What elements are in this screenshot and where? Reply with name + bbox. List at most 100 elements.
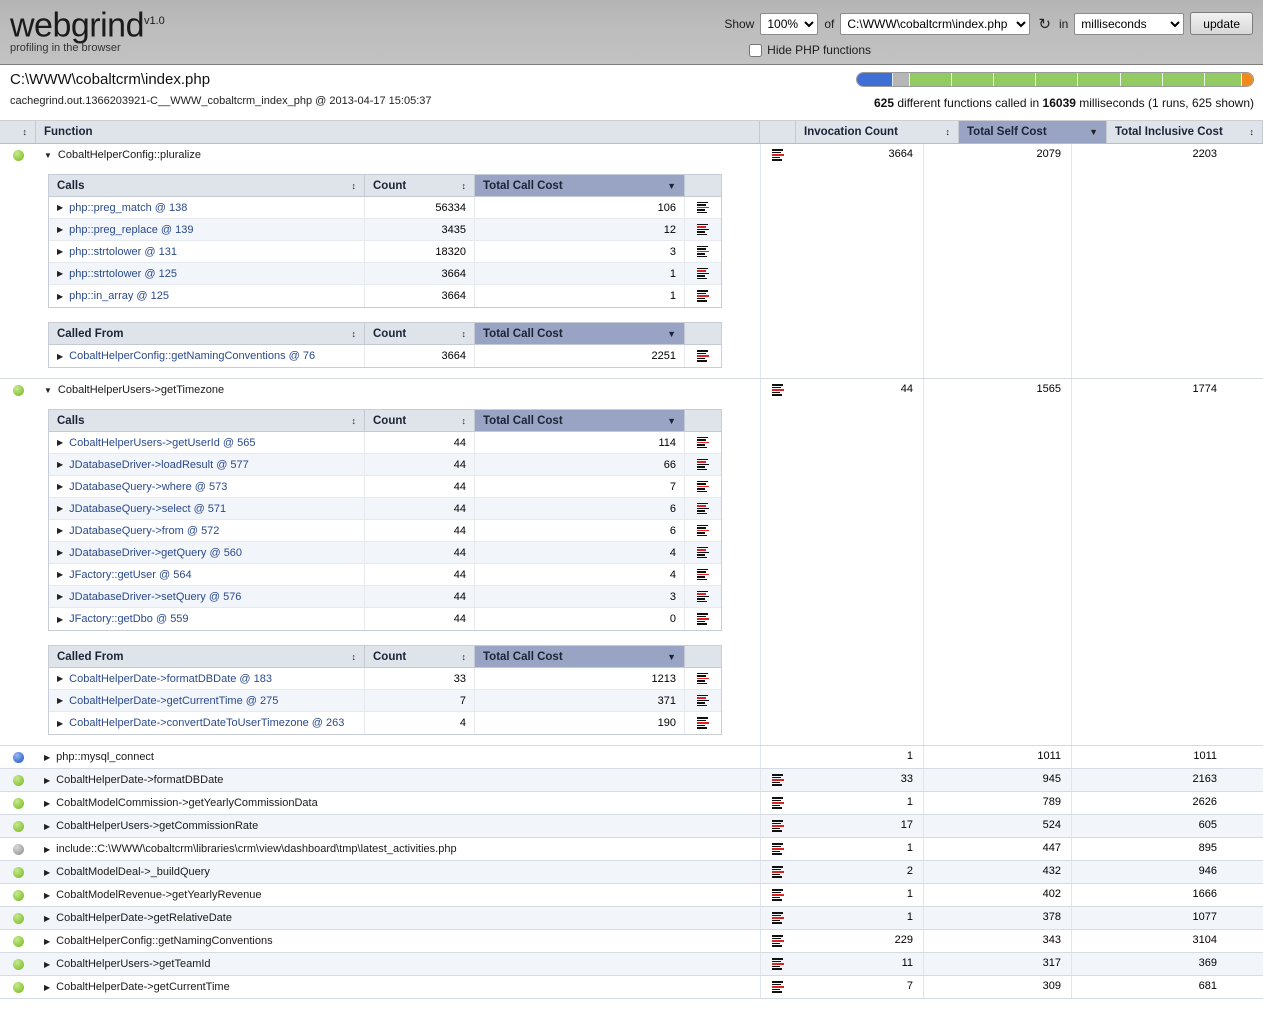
subtable-row[interactable]: ▶ CobaltHelperDate->convertDateToUserTime… [49, 712, 721, 734]
function-row-title[interactable]: ▶ CobaltHelperUsers->getCommissionRate [0, 815, 784, 837]
expand-triangle-icon[interactable]: ▶ [57, 460, 63, 469]
source-code-icon[interactable] [772, 149, 784, 161]
source-code-icon[interactable] [772, 889, 784, 901]
function-link[interactable]: CobaltHelperDate->formatDBDate @ 183 [69, 673, 272, 685]
function-name-cell[interactable]: ▶ CobaltModelRevenue->getYearlyRevenue [36, 889, 760, 901]
expand-triangle-icon[interactable]: ▶ [57, 504, 63, 513]
source-code-icon[interactable] [772, 935, 784, 947]
subtable-row[interactable]: ▶ php::preg_replace @ 139 3435 12 [49, 219, 721, 241]
expand-triangle-icon[interactable]: ▶ [44, 776, 50, 785]
expand-triangle-icon[interactable]: ▶ [57, 719, 63, 728]
function-link[interactable]: CobaltHelperDate->getCurrentTime @ 275 [69, 695, 278, 707]
source-code-icon[interactable] [697, 502, 709, 515]
subtable-row[interactable]: ▶ CobaltHelperUsers->getUserId @ 565 44 114 [49, 432, 721, 454]
function-link[interactable]: php::strtolower @ 131 [69, 246, 177, 258]
expand-triangle-icon[interactable]: ▶ [57, 548, 63, 557]
source-code-icon[interactable] [772, 981, 784, 993]
subheader-name[interactable]: Called From ↕ [49, 323, 365, 344]
function-name-cell[interactable]: ▼ CobaltHelperUsers->getTimezone [36, 384, 760, 396]
function-row-title[interactable]: ▶ CobaltModelCommission->getYearlyCommiss… [0, 792, 784, 814]
subheader-count[interactable]: Count ↕ [365, 410, 475, 431]
subtable-row[interactable]: ▶ CobaltHelperDate->getCurrentTime @ 275 7… [49, 690, 721, 712]
subheader-total-call-cost[interactable]: Total Call Cost ▼ [475, 323, 685, 344]
function-name-cell[interactable]: ▶ CobaltHelperUsers->getTeamId [36, 958, 760, 970]
function-row[interactable]: ▶ CobaltModelCommission->getYearlyCommiss… [0, 792, 1263, 815]
function-name-cell[interactable]: ▼ CobaltHelperConfig::pluralize [36, 149, 760, 161]
function-row[interactable]: ▶ CobaltModelRevenue->getYearlyRevenue 1 40… [0, 884, 1263, 907]
source-code-icon[interactable] [697, 694, 709, 707]
function-row-title[interactable]: ▶ CobaltHelperDate->getRelativeDate [0, 907, 784, 929]
subtable-row[interactable]: ▶ JDatabaseDriver->loadResult @ 577 44 66 [49, 454, 721, 476]
function-name-cell[interactable]: ▶ include::C:\WWW\cobaltcrm\libraries\crm… [36, 843, 760, 855]
source-code-icon[interactable] [772, 820, 784, 832]
expand-triangle-icon[interactable]: ▶ [57, 352, 63, 361]
collapse-triangle-icon[interactable]: ▼ [44, 386, 52, 395]
subtable-row[interactable]: ▶ JDatabaseDriver->setQuery @ 576 44 3 [49, 586, 721, 608]
source-code-icon[interactable] [772, 958, 784, 970]
source-code-icon[interactable] [697, 613, 709, 625]
subtable-row-name[interactable]: ▶ php::strtolower @ 125 [49, 263, 365, 284]
source-code-icon[interactable] [697, 546, 709, 559]
function-link[interactable]: CobaltHelperConfig::getNamingConventions… [69, 350, 315, 362]
subtable-row[interactable]: ▶ php::preg_match @ 138 56334 106 [49, 197, 721, 219]
function-link[interactable]: php::in_array @ 125 [69, 290, 169, 302]
hide-php-functions-row[interactable]: Hide PHP functions [749, 43, 871, 57]
header-function[interactable]: Function [36, 121, 760, 143]
file-select[interactable]: C:\WWW\cobaltcrm\index.php [840, 12, 1031, 35]
source-code-icon[interactable] [697, 436, 709, 449]
subtable-row-name[interactable]: ▶ JFactory::getUser @ 564 [49, 564, 365, 585]
source-code-icon[interactable] [697, 350, 709, 362]
expand-triangle-icon[interactable]: ▶ [44, 960, 50, 969]
function-name-cell[interactable]: ▶ CobaltModelDeal->_buildQuery [36, 866, 760, 878]
function-name-cell[interactable]: ▶ CobaltHelperDate->getRelativeDate [36, 912, 760, 924]
subheader-count[interactable]: Count ↕ [365, 323, 475, 344]
function-row[interactable]: ▶ CobaltModelDeal->_buildQuery 2 432 946 [0, 861, 1263, 884]
source-code-icon[interactable] [772, 384, 784, 396]
function-name-cell[interactable]: ▶ CobaltHelperConfig::getNamingConvention… [36, 935, 760, 947]
source-code-icon[interactable] [772, 774, 784, 786]
subheader-name[interactable]: Calls ↕ [49, 175, 365, 196]
function-row[interactable]: ▶ CobaltHelperDate->getCurrentTime 7 309 681 [0, 976, 1263, 999]
header-total-self-cost[interactable]: Total Self Cost ▼ [959, 121, 1107, 143]
function-row[interactable]: ▶ CobaltHelperDate->formatDBDate 33 945 2163 [0, 769, 1263, 792]
function-link[interactable]: CobaltHelperDate->convertDateToUserTimez… [69, 717, 344, 729]
expand-triangle-icon[interactable]: ▶ [44, 891, 50, 900]
expand-triangle-icon[interactable]: ▶ [44, 753, 50, 762]
subtable-row-name[interactable]: ▶ CobaltHelperDate->getCurrentTime @ 275 [49, 690, 365, 711]
function-row[interactable]: ▶ CobaltHelperUsers->getTeamId 11 317 369 [0, 953, 1263, 976]
collapse-triangle-icon[interactable]: ▼ [44, 151, 52, 160]
function-name-cell[interactable]: ▶ CobaltHelperDate->getCurrentTime [36, 981, 760, 993]
source-code-icon[interactable] [772, 797, 784, 809]
function-row-title[interactable]: ▶ CobaltModelDeal->_buildQuery [0, 861, 784, 883]
function-row[interactable]: ▶ include::C:\WWW\cobaltcrm\libraries\crm… [0, 838, 1263, 861]
expand-triangle-icon[interactable]: ▶ [57, 247, 63, 256]
subtable-row-name[interactable]: ▶ JDatabaseQuery->select @ 571 [49, 498, 365, 519]
subtable-row-name[interactable]: ▶ CobaltHelperUsers->getUserId @ 565 [49, 432, 365, 453]
expand-triangle-icon[interactable]: ▶ [44, 983, 50, 992]
subtable-row-name[interactable]: ▶ CobaltHelperDate->formatDBDate @ 183 [49, 668, 365, 689]
expand-triangle-icon[interactable]: ▶ [57, 292, 63, 301]
function-row-title[interactable]: ▼ CobaltHelperUsers->getTimezone [0, 379, 784, 401]
function-link[interactable]: JDatabaseQuery->where @ 573 [69, 481, 227, 493]
source-code-icon[interactable] [697, 480, 709, 493]
subtable-row[interactable]: ▶ php::strtolower @ 125 3664 1 [49, 263, 721, 285]
source-code-icon[interactable] [697, 717, 709, 729]
function-name-cell[interactable]: ▶ php::mysql_connect [36, 751, 760, 763]
function-row[interactable]: ▶ CobaltHelperUsers->getCommissionRate 17 5… [0, 815, 1263, 838]
function-link[interactable]: JDatabaseDriver->loadResult @ 577 [69, 459, 249, 471]
subtable-row[interactable]: ▶ JDatabaseQuery->from @ 572 44 6 [49, 520, 721, 542]
function-row-title[interactable]: ▶ CobaltHelperUsers->getTeamId [0, 953, 784, 975]
source-code-icon[interactable] [697, 267, 709, 280]
subtable-row-name[interactable]: ▶ JDatabaseQuery->from @ 572 [49, 520, 365, 541]
function-link[interactable]: CobaltHelperUsers->getUserId @ 565 [69, 437, 255, 449]
subtable-row-name[interactable]: ▶ JDatabaseDriver->getQuery @ 560 [49, 542, 365, 563]
function-row[interactable]: ▶ CobaltHelperDate->getRelativeDate 1 378 10… [0, 907, 1263, 930]
expand-triangle-icon[interactable]: ▶ [57, 269, 63, 278]
percentage-select[interactable]: 100%90%80%50%10% [760, 12, 819, 35]
function-row-title[interactable]: ▶ php::mysql_connect [0, 746, 760, 768]
expand-triangle-icon[interactable]: ▶ [57, 674, 63, 683]
subtable-row-name[interactable]: ▶ JDatabaseQuery->where @ 573 [49, 476, 365, 497]
function-row-title[interactable]: ▶ CobaltHelperDate->getCurrentTime [0, 976, 784, 998]
subheader-total-call-cost[interactable]: Total Call Cost ▼ [475, 410, 685, 431]
subtable-row-name[interactable]: ▶ php::preg_match @ 138 [49, 197, 365, 218]
